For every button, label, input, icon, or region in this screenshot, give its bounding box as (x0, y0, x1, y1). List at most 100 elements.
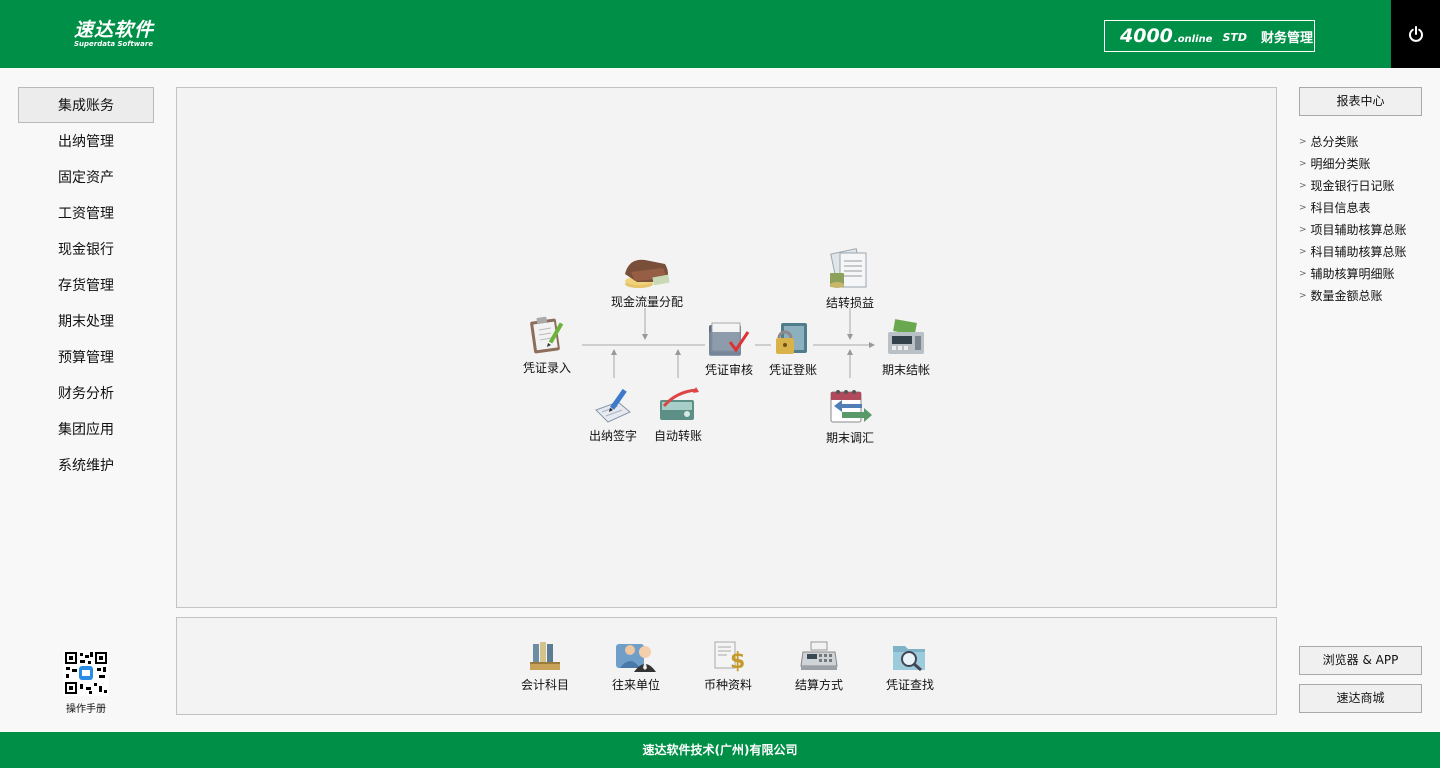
report-item-subject-aux-ledger[interactable]: > 科目辅助核算总账 (1299, 241, 1434, 263)
power-button[interactable] (1391, 0, 1440, 68)
report-item-label: 科目辅助核算总账 (1310, 245, 1407, 259)
tool-contacts[interactable]: 往来单位 (605, 640, 667, 693)
report-item-label: 科目信息表 (1310, 201, 1371, 215)
product-edition: STD (1222, 30, 1247, 44)
nav-item-cash-bank[interactable]: 现金银行 (18, 231, 154, 267)
product-number: 4000 (1120, 25, 1173, 47)
report-item-label: 明细分类账 (1310, 157, 1371, 171)
report-list: > 总分类账 > 明细分类账 > 现金银行日记账 > 科目信息表 > 项目辅助核算总账 >… (1299, 131, 1434, 307)
browser-app-button[interactable]: 浏览器 & APP (1299, 646, 1422, 675)
transfer-machine-icon (660, 387, 699, 420)
report-item-subsidiary-ledger[interactable]: > 明细分类账 (1299, 153, 1434, 175)
nav-item-integrated-accounting[interactable]: 集成账务 (18, 87, 154, 123)
logo-text-en: Superdata Software (74, 40, 154, 48)
left-nav: 集成账务 出纳管理 固定资产 工资管理 现金银行 存货管理 期末处理 预算管理 … (18, 87, 154, 483)
manual-qr[interactable]: 操作手册 (60, 650, 112, 715)
chevron-right-icon: > (1299, 159, 1307, 169)
tools-panel: 会计科目 往来单位 $ 币种资料 结算方式 凭证查找 (176, 617, 1277, 715)
footer: 速达软件技术(广州)有限公司 (0, 732, 1440, 768)
nav-item-budget[interactable]: 预算管理 (18, 339, 154, 375)
report-item-cash-bank-journal[interactable]: > 现金银行日记账 (1299, 175, 1434, 197)
report-item-aux-detail[interactable]: > 辅助核算明细账 (1299, 263, 1434, 285)
folder-search-icon (893, 646, 925, 672)
node-profit-transfer[interactable]: 结转损益 (818, 247, 882, 311)
logo-text-cn: 速达软件 (74, 19, 155, 41)
power-icon (1408, 26, 1423, 42)
nav-item-payroll[interactable]: 工资管理 (18, 195, 154, 231)
node-period-close[interactable]: 期末结帐 (874, 318, 938, 378)
mall-button[interactable]: 速达商城 (1299, 684, 1422, 713)
node-voucher-entry[interactable]: 凭证录入 (515, 314, 579, 376)
manual-label: 操作手册 (66, 704, 106, 715)
nav-item-period-end[interactable]: 期末处理 (18, 303, 154, 339)
node-label: 现金流量分配 (610, 295, 683, 309)
tool-label: 币种资料 (703, 678, 752, 692)
brand-logo: 速达软件 Superdata Software (74, 20, 154, 49)
binders-icon (530, 642, 560, 670)
lock-folder-icon (776, 323, 807, 354)
chevron-right-icon: > (1299, 203, 1307, 213)
report-item-label: 现金银行日记账 (1310, 179, 1395, 193)
cash-register-icon (888, 319, 924, 354)
report-center-button[interactable]: 报表中心 (1299, 87, 1422, 116)
nav-item-financial-analysis[interactable]: 财务分析 (18, 375, 154, 411)
node-cash-flow-allocation[interactable]: 现金流量分配 (607, 254, 687, 310)
chevron-right-icon: > (1299, 137, 1307, 147)
report-item-label: 数量金额总账 (1310, 289, 1383, 303)
dollar-glyph: $ (730, 649, 745, 672)
report-item-label: 总分类账 (1310, 135, 1359, 149)
chevron-right-icon: > (1299, 181, 1307, 191)
clipboard-pencil-icon (530, 316, 564, 354)
sign-pen-icon (595, 388, 631, 423)
node-voucher-audit[interactable]: 凭证审核 (697, 320, 761, 378)
chevron-right-icon: > (1299, 225, 1307, 235)
report-item-subject-info[interactable]: > 科目信息表 (1299, 197, 1434, 219)
tool-voucher-search[interactable]: 凭证查找 (879, 640, 941, 693)
nav-item-system-maintenance[interactable]: 系统维护 (18, 447, 154, 483)
ledger-calculator-icon (830, 248, 867, 288)
node-auto-transfer[interactable]: 自动转账 (646, 386, 710, 444)
report-item-label: 项目辅助核算总账 (1310, 223, 1407, 237)
tool-accounting-subjects[interactable]: 会计科目 (514, 640, 576, 693)
tool-label: 往来单位 (611, 678, 660, 692)
node-label: 凭证录入 (522, 361, 571, 375)
node-label: 结转损益 (825, 296, 874, 310)
report-item-general-ledger[interactable]: > 总分类账 (1299, 131, 1434, 153)
chevron-right-icon: > (1299, 269, 1307, 279)
node-label: 凭证审核 (704, 363, 753, 377)
wallet-icon (625, 259, 670, 288)
tool-label: 结算方式 (794, 678, 843, 692)
node-label: 自动转账 (653, 429, 702, 443)
top-header: 速达软件 Superdata Software 4000 .online STD… (0, 0, 1440, 68)
tool-settlement-methods[interactable]: 结算方式 (788, 640, 850, 693)
product-online: .online (1173, 33, 1213, 45)
node-label: 出纳签字 (588, 429, 637, 443)
nav-item-group-app[interactable]: 集团应用 (18, 411, 154, 447)
node-label: 凭证登账 (768, 363, 817, 377)
calendar-arrow-icon (830, 390, 872, 423)
users-icon (616, 644, 656, 672)
company-name: 速达软件技术(广州)有限公司 (642, 743, 798, 757)
nav-item-fixed-assets[interactable]: 固定资产 (18, 159, 154, 195)
tool-currencies[interactable]: $ 币种资料 (697, 640, 759, 693)
qr-code-icon (63, 650, 109, 696)
node-label: 期末调汇 (825, 431, 874, 445)
chevron-right-icon: > (1299, 247, 1307, 257)
product-badge: 4000 .online STD 财务管理 (1104, 20, 1315, 52)
pos-terminal-icon (800, 641, 838, 670)
node-cashier-sign[interactable]: 出纳签字 (581, 386, 645, 444)
report-item-project-aux-ledger[interactable]: > 项目辅助核算总账 (1299, 219, 1434, 241)
node-period-exchange-adjust[interactable]: 期末调汇 (818, 386, 882, 446)
node-voucher-post[interactable]: 凭证登账 (761, 320, 825, 378)
workflow-panel: 凭证录入 现金流量分配 出纳签字 自动转账 凭证审核 凭证登账 结转损益 期末调… (176, 87, 1277, 608)
report-item-label: 辅助核算明细账 (1310, 267, 1395, 281)
nav-item-cashier[interactable]: 出纳管理 (18, 123, 154, 159)
nav-item-inventory[interactable]: 存货管理 (18, 267, 154, 303)
node-label: 期末结帐 (881, 363, 930, 377)
dollar-document-icon: $ (714, 641, 745, 672)
tool-label: 凭证查找 (885, 678, 934, 692)
chevron-right-icon: > (1299, 291, 1307, 301)
report-item-qty-amount-ledger[interactable]: > 数量金额总账 (1299, 285, 1434, 307)
tool-label: 会计科目 (520, 678, 569, 692)
product-name: 财务管理 (1261, 30, 1314, 46)
